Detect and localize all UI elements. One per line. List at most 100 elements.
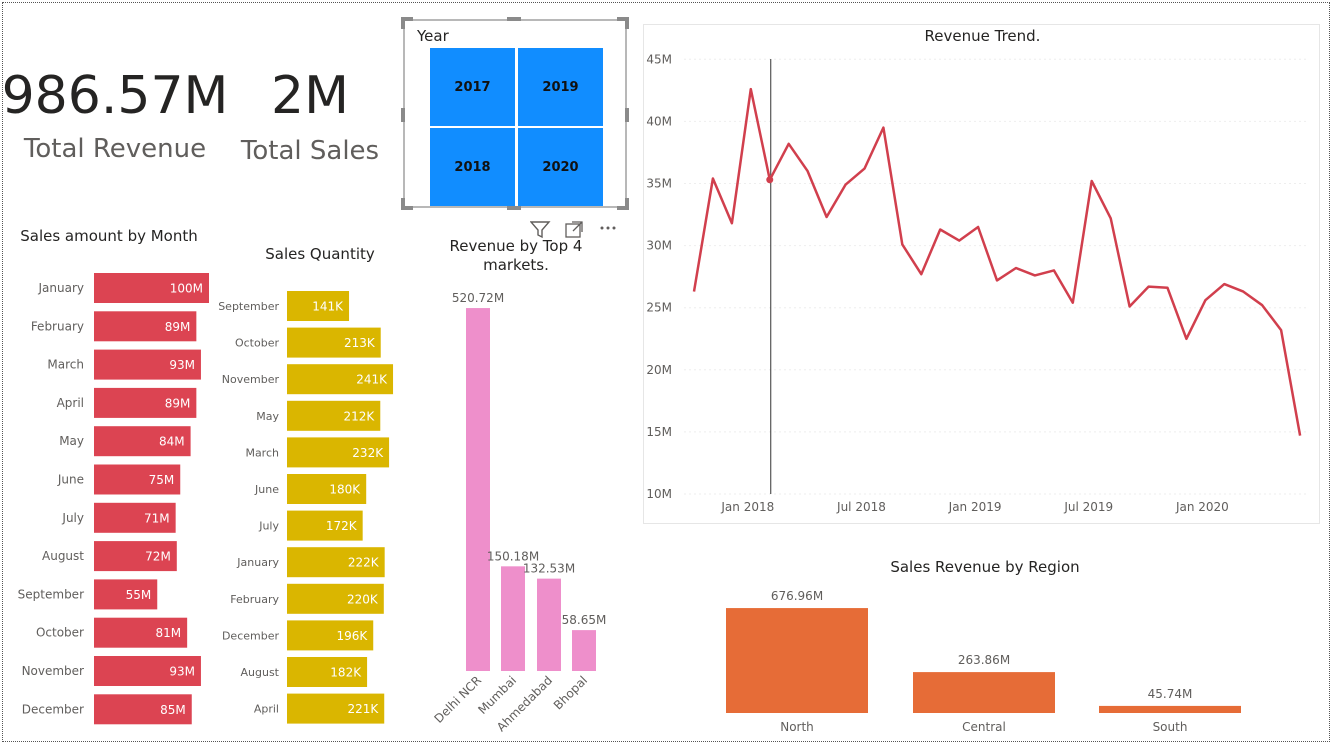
category-label: June <box>57 473 84 487</box>
category-label: August <box>241 666 280 679</box>
y-tick-label: 25M <box>646 301 672 315</box>
x-tick-label: Jul 2018 <box>836 500 886 514</box>
series-line <box>692 87 1302 436</box>
sales-revenue-by-region-chart: 676.96M North 263.86M Central 45.74M South <box>726 589 1241 734</box>
data-label: 263.86M <box>958 653 1010 667</box>
data-label: 58.65M <box>562 613 607 627</box>
bar <box>501 566 525 671</box>
category-label: November <box>222 373 280 386</box>
category-label: January <box>38 281 85 295</box>
category-label: May <box>59 434 84 448</box>
data-label: 85M <box>160 703 186 717</box>
data-label: 84M <box>159 435 185 449</box>
sales-quantity-chart: September 141K October 213K November 241K May 2… <box>218 291 394 724</box>
bar <box>466 308 490 671</box>
data-label: 220K <box>347 592 379 606</box>
markets-chart-title: Revenue by Top 4 markets. <box>449 237 583 274</box>
year-tile-2019[interactable]: 2019 <box>518 48 603 126</box>
y-tick-label: 20M <box>646 363 672 377</box>
data-label: 100M <box>170 282 203 296</box>
data-label: 241K <box>356 373 388 387</box>
bar <box>1099 705 1241 713</box>
total-sales-label: Total Sales <box>240 136 380 166</box>
total-revenue-label: Total Revenue <box>23 134 207 164</box>
category-label: June <box>254 483 279 496</box>
year-slicer[interactable]: Year 2017 2019 2018 2020 <box>403 19 627 208</box>
data-label: 141K <box>312 300 344 314</box>
data-label: 213K <box>344 336 376 350</box>
category-label: November <box>22 664 84 678</box>
y-tick-label: 15M <box>646 425 672 439</box>
month-chart-title: Sales amount by Month <box>20 227 198 245</box>
category-label: April <box>254 703 279 716</box>
resize-handle[interactable] <box>507 206 521 210</box>
data-label: 132.53M <box>523 562 575 576</box>
category-label: North <box>780 720 814 734</box>
data-label: 196K <box>336 629 368 643</box>
data-label: 232K <box>352 446 384 460</box>
resize-handle[interactable] <box>625 17 629 29</box>
year-tile-2020[interactable]: 2020 <box>518 128 603 206</box>
category-label: April <box>57 396 84 410</box>
data-label: 180K <box>329 483 361 497</box>
category-label: South <box>1153 720 1188 734</box>
bar <box>726 608 868 713</box>
category-label: Bhopal <box>551 673 590 712</box>
y-tick-label: 10M <box>646 487 672 501</box>
category-label: December <box>222 629 280 642</box>
data-label: 45.74M <box>1148 687 1193 701</box>
y-tick-label: 30M <box>646 239 672 253</box>
more-options-icon[interactable] <box>600 226 616 230</box>
revenue-trend-visual: Revenue Trend. 10M 15M 20M 25M 30M 35M 40M 45M J… <box>643 24 1320 524</box>
data-label: 222K <box>348 556 380 570</box>
quantity-chart-title: Sales Quantity <box>265 245 375 263</box>
focus-mode-icon[interactable] <box>565 221 583 238</box>
resize-handle[interactable] <box>401 198 405 210</box>
data-label: 212K <box>343 409 375 423</box>
data-label: 89M <box>165 396 191 410</box>
category-label: February <box>230 593 279 606</box>
year-tile-2017[interactable]: 2017 <box>430 48 515 126</box>
category-label: September <box>218 300 279 313</box>
year-tile-2018[interactable]: 2018 <box>430 128 515 206</box>
data-label: 71M <box>144 511 170 525</box>
category-label: September <box>18 587 84 601</box>
resize-handle[interactable] <box>507 17 521 21</box>
revenue-by-top-markets-chart: 520.72MDelhi NCR150.18MMumbai132.53MAhme… <box>432 291 607 734</box>
data-label: 93M <box>169 358 195 372</box>
category-label: Delhi NCR <box>432 673 485 726</box>
category-label: July <box>258 520 279 533</box>
category-label: May <box>256 410 279 423</box>
revenue-trend-chart: 10M 15M 20M 25M 30M 35M 40M 45M Jan 2018 Jul 2018… <box>646 52 1309 514</box>
data-label: 89M <box>165 320 191 334</box>
y-tick-label: 40M <box>646 114 672 128</box>
category-label: October <box>36 626 84 640</box>
data-label: 55M <box>126 588 152 602</box>
category-label: July <box>61 511 84 525</box>
resize-handle[interactable] <box>625 198 629 210</box>
resize-handle[interactable] <box>625 108 629 122</box>
category-label: Central <box>962 720 1006 734</box>
x-tick-label: Jan 2018 <box>720 500 774 514</box>
x-tick-label: Jan 2020 <box>1175 500 1229 514</box>
category-label: October <box>235 337 279 350</box>
region-chart-title: Sales Revenue by Region <box>890 558 1080 576</box>
category-label: March <box>47 358 84 372</box>
resize-handle[interactable] <box>401 108 405 122</box>
bar <box>537 578 561 671</box>
data-label: 172K <box>326 519 358 533</box>
data-label: 221K <box>347 702 379 716</box>
y-tick-label: 35M <box>646 177 672 191</box>
x-tick-label: Jul 2019 <box>1063 500 1113 514</box>
category-label: January <box>236 556 279 569</box>
data-label: 75M <box>149 473 175 487</box>
category-label: March <box>245 446 279 459</box>
data-point <box>766 176 774 184</box>
bar <box>913 672 1055 713</box>
resize-handle[interactable] <box>401 17 405 29</box>
total-sales-value: 2M <box>271 66 349 126</box>
filter-icon[interactable] <box>529 221 551 239</box>
data-label: 520.72M <box>452 291 504 305</box>
sales-amount-by-month-chart: January 100M February 89M March 93M April 89M Ma… <box>18 273 209 725</box>
data-label: 182K <box>330 666 362 680</box>
